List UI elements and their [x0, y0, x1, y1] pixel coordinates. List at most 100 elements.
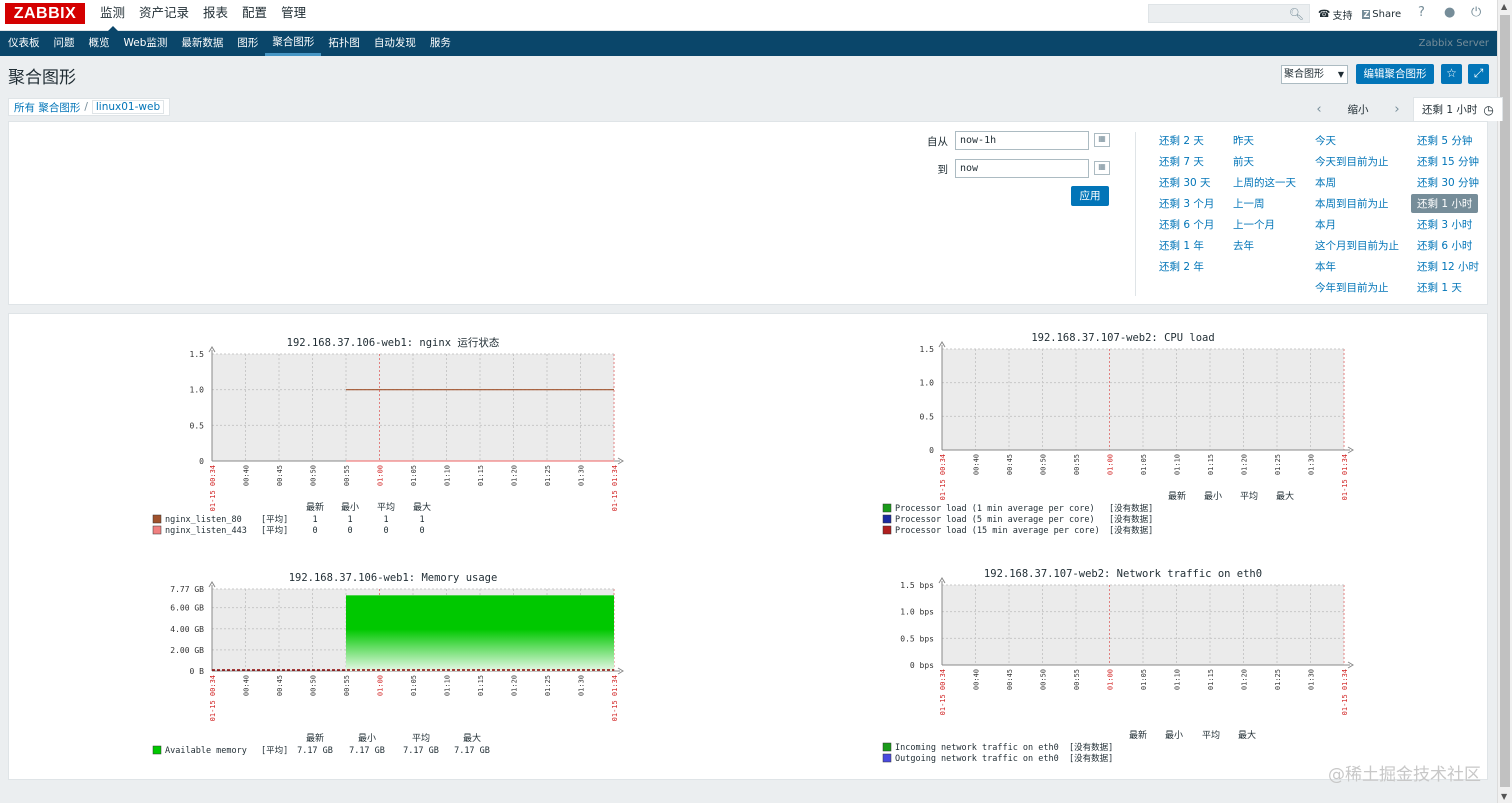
to-input[interactable]: now	[955, 159, 1089, 178]
sub-menu-item[interactable]: 图形	[230, 31, 265, 56]
sub-menu-item[interactable]: 自动发现	[367, 31, 423, 56]
help-icon[interactable]: ?	[1418, 5, 1425, 20]
zabbix-logo[interactable]: ZABBIX	[5, 3, 85, 24]
time-filter-tab[interactable]: 还剩 1 小时 ◷	[1413, 97, 1503, 121]
user-icon[interactable]: ●	[1444, 5, 1455, 20]
top-header: ZABBIX 监测 资产记录 报表 配置 管理 🔍︎ ☎ 支持 Z Share ? …	[0, 0, 1497, 31]
chevron-right-icon[interactable]: ›	[1387, 102, 1407, 117]
calendar-icon[interactable]: ▦	[1094, 161, 1110, 175]
sub-menu-item[interactable]: 概览	[82, 31, 117, 56]
sub-menu-item[interactable]: 拓扑图	[321, 31, 367, 56]
x-tick-label: 01:05	[410, 465, 418, 486]
sub-menu-item[interactable]: 服务	[423, 31, 458, 56]
y-tick-label: 1.0	[190, 386, 205, 395]
power-icon[interactable]: ⏻	[1471, 5, 1481, 20]
x-tick-label: 00:50	[310, 465, 318, 486]
x-tick-label: 00:45	[1006, 669, 1014, 690]
legend-stat-value: 0	[419, 526, 424, 536]
share-icon: Z	[1362, 9, 1371, 19]
sub-menu-item[interactable]: 仪表板	[0, 31, 47, 56]
y-tick-label: 0	[199, 457, 204, 466]
fullscreen-icon[interactable]: ⤢	[1468, 64, 1489, 84]
quick-range-link[interactable]: 本月	[1315, 217, 1336, 232]
graph-cpu-load[interactable]: 192.168.37.107-web2: CPU load 01-15 00:34…	[869, 329, 1369, 554]
quick-range-link[interactable]: 还剩 12 小时	[1417, 259, 1479, 274]
x-tick-label: 00:50	[310, 675, 318, 696]
quick-range-link[interactable]: 还剩 15 分钟	[1417, 154, 1479, 169]
quick-range-link[interactable]: 去年	[1233, 238, 1254, 253]
quick-range-link[interactable]: 还剩 2 年	[1159, 259, 1204, 274]
quick-range-link[interactable]: 上一个月	[1233, 217, 1275, 232]
legend-stat-value: 0	[383, 526, 388, 536]
legend-stat-value: 7.17 GB	[403, 746, 439, 756]
edit-screen-button[interactable]: 编辑聚合图形	[1356, 64, 1434, 84]
search-input[interactable]: 🔍︎	[1148, 4, 1310, 23]
legend-stat-value: 7.17 GB	[454, 746, 490, 756]
top-menu-monitoring[interactable]: 监测	[93, 0, 132, 31]
breadcrumb-current[interactable]: linux01-web	[91, 100, 165, 114]
quick-range-link[interactable]: 还剩 5 分钟	[1417, 133, 1472, 148]
quick-range-link[interactable]: 今天	[1315, 133, 1336, 148]
calendar-icon[interactable]: ▦	[1094, 133, 1110, 147]
quick-range-link[interactable]: 还剩 1 年	[1159, 238, 1204, 253]
zoom-out-button[interactable]: 缩小	[1329, 102, 1387, 117]
quick-range-link[interactable]: 还剩 1 天	[1417, 280, 1462, 295]
quick-range-link[interactable]: 本周到目前为止	[1315, 196, 1389, 211]
sub-menu-item[interactable]: Web监测	[117, 31, 175, 56]
quick-range-link[interactable]: 还剩 30 天	[1159, 175, 1211, 190]
x-tick-label: 01:00	[1107, 454, 1115, 475]
scroll-down-icon[interactable]: ▼	[1501, 792, 1507, 801]
top-menu-configuration[interactable]: 配置	[235, 0, 274, 31]
quick-range-link[interactable]: 还剩 30 分钟	[1417, 175, 1479, 190]
top-menu-reports[interactable]: 报表	[196, 0, 235, 31]
legend-series-name: nginx_listen_443	[165, 526, 247, 536]
apply-button[interactable]: 应用	[1071, 186, 1109, 206]
legend-series-name: Outgoing network traffic on eth0	[895, 754, 1059, 764]
quick-range-link[interactable]: 本周	[1315, 175, 1336, 190]
quick-range-link[interactable]: 上周的这一天	[1233, 175, 1296, 190]
scroll-thumb[interactable]	[1500, 15, 1510, 787]
legend-series-name: Incoming network traffic on eth0	[895, 743, 1059, 753]
breadcrumb-all-screens[interactable]: 所有 聚合图形	[14, 100, 80, 115]
graph-network-traffic[interactable]: 192.168.37.107-web2: Network traffic on …	[869, 560, 1369, 765]
quick-range-link[interactable]: 这个月到目前为止	[1315, 238, 1399, 253]
time-filter-panel: 自从 now-1h ▦ 到 now ▦ 应用 还剩 2 天还剩 7 天还剩 30…	[8, 121, 1488, 305]
quick-range-link[interactable]: 上一周	[1233, 196, 1265, 211]
graph-memory-usage[interactable]: 192.168.37.106-web1: Memory usage 01-15 0…	[139, 565, 639, 765]
time-navigation: ‹ 缩小 › 还剩 1 小时 ◷	[1309, 97, 1503, 121]
top-menu-inventory[interactable]: 资产记录	[132, 0, 196, 31]
y-tick-label: 2.00 GB	[170, 646, 204, 655]
quick-range-link[interactable]: 还剩 6 小时	[1417, 238, 1472, 253]
chevron-left-icon[interactable]: ‹	[1309, 102, 1329, 117]
graph-nginx-status[interactable]: 192.168.37.106-web1: nginx 运行状态 01-15 00:…	[139, 334, 639, 564]
x-tick-label: 00:50	[1040, 454, 1048, 475]
quick-range-link[interactable]: 还剩 7 天	[1159, 154, 1204, 169]
quick-range-link[interactable]: 今天到目前为止	[1315, 154, 1389, 169]
scroll-up-icon[interactable]: ▲	[1501, 2, 1507, 11]
sub-menu-item[interactable]: 问题	[47, 31, 82, 56]
y-tick-label: 1.5	[190, 350, 205, 359]
quick-range-link[interactable]: 还剩 1 小时	[1411, 194, 1479, 213]
legend-no-data: [没有数据]	[1069, 753, 1113, 764]
support-link[interactable]: ☎ 支持	[1318, 7, 1352, 22]
sub-menu-item[interactable]: 最新数据	[174, 31, 230, 56]
star-icon[interactable]: ☆	[1441, 64, 1462, 84]
sub-menu-item[interactable]: 聚合图形	[265, 31, 322, 56]
quick-range-link[interactable]: 还剩 3 个月	[1159, 196, 1214, 211]
legend-swatch	[882, 503, 892, 513]
quick-range-link[interactable]: 今年到目前为止	[1315, 280, 1389, 295]
quick-range-link[interactable]: 前天	[1233, 154, 1254, 169]
x-tick-label: 01:30	[578, 465, 586, 486]
from-input[interactable]: now-1h	[955, 131, 1089, 150]
page-type-select[interactable]: 聚合图形 ▼	[1281, 65, 1348, 84]
quick-range-link[interactable]: 还剩 3 小时	[1417, 217, 1472, 232]
legend-stat-value: 0	[312, 526, 317, 536]
quick-range-link[interactable]: 昨天	[1233, 133, 1254, 148]
quick-range-link[interactable]: 本年	[1315, 259, 1336, 274]
search-icon[interactable]: 🔍︎	[1289, 7, 1304, 21]
share-link[interactable]: Z Share	[1362, 9, 1401, 20]
quick-range-link[interactable]: 还剩 6 个月	[1159, 217, 1214, 232]
top-menu-administration[interactable]: 管理	[274, 0, 313, 31]
quick-range-link[interactable]: 还剩 2 天	[1159, 133, 1204, 148]
legend-stat-value: 1	[347, 515, 352, 525]
